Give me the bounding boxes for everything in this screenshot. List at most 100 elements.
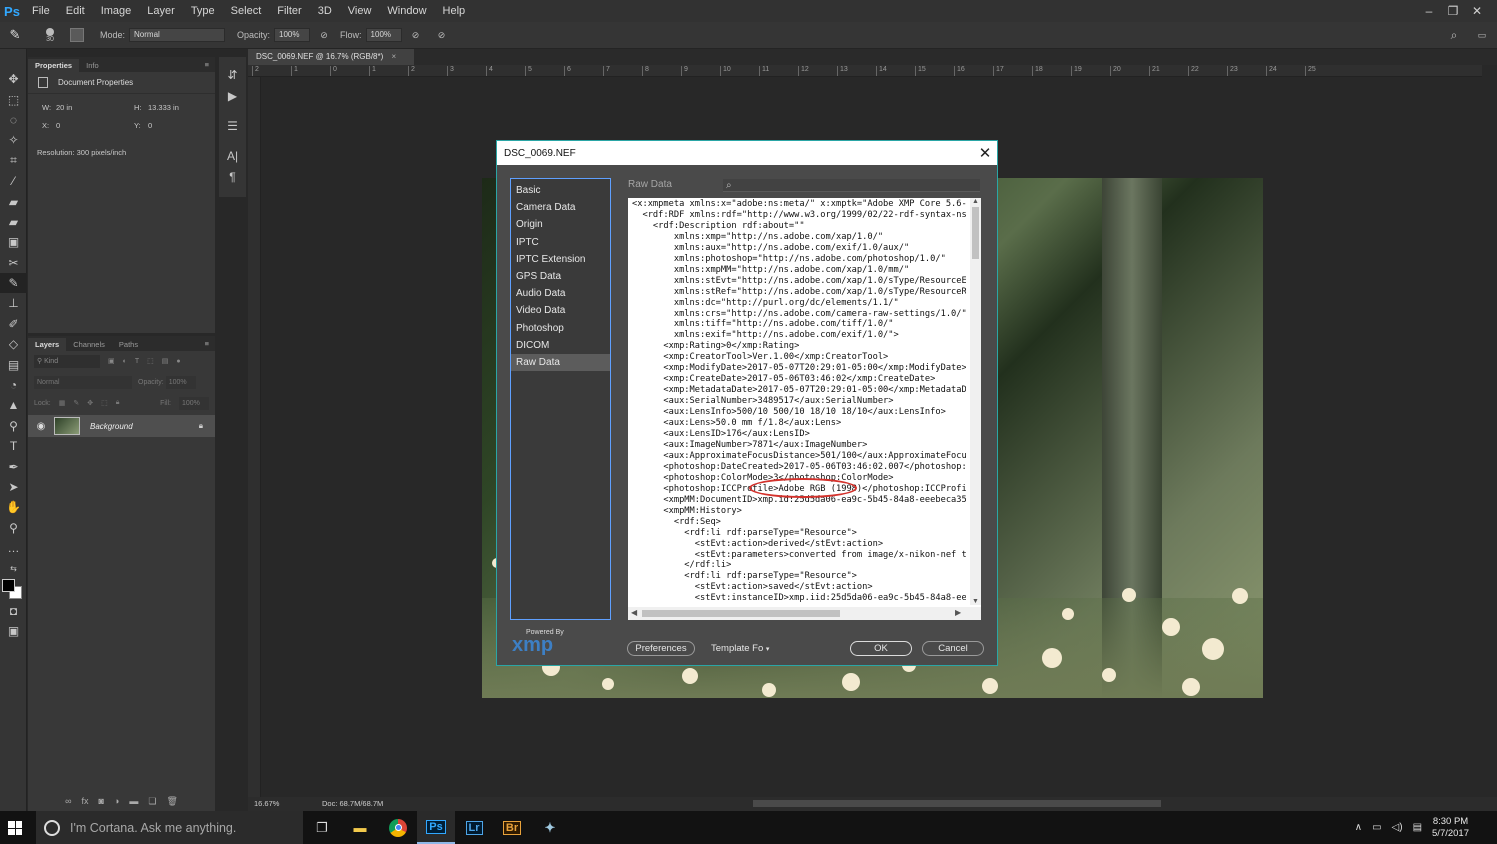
category-dicom[interactable]: DICOM xyxy=(511,337,610,354)
scroll-up-icon[interactable]: ▲ xyxy=(970,198,981,205)
workspace-icon[interactable]: ▭ xyxy=(1467,30,1497,41)
pressure-opacity-icon[interactable]: ⊘ xyxy=(314,30,334,41)
color-swatches[interactable] xyxy=(0,578,26,601)
type-tool-icon[interactable]: T xyxy=(0,436,27,456)
chrome-icon[interactable] xyxy=(379,811,417,844)
brush-tool-icon[interactable]: ✎ xyxy=(0,272,27,294)
panel-menu-icon[interactable]: ≡ xyxy=(199,60,215,72)
category-camera-data[interactable]: Camera Data xyxy=(511,199,610,216)
gradient-tool-icon[interactable]: ▤ xyxy=(0,354,27,374)
quick-mask-icon[interactable]: ◘ xyxy=(0,601,27,621)
category-origin[interactable]: Origin xyxy=(511,216,610,233)
category-gps-data[interactable]: GPS Data xyxy=(511,268,610,285)
menu-type[interactable]: Type xyxy=(183,0,223,22)
dodge-tool-icon[interactable]: ⚲ xyxy=(0,416,27,436)
red-eye-tool-icon[interactable]: ▣ xyxy=(0,232,27,252)
show-hidden-icons-icon[interactable]: ∧ xyxy=(1355,822,1362,833)
brush-panel-icon[interactable] xyxy=(70,28,84,42)
dialog-close-icon[interactable]: ✕ xyxy=(973,144,997,162)
lock-all-icon[interactable]: 🔒︎ xyxy=(116,399,120,407)
menu-file[interactable]: File xyxy=(24,0,58,22)
category-video-data[interactable]: Video Data xyxy=(511,302,610,319)
sharpen-tool-icon[interactable]: ▲ xyxy=(0,395,27,415)
vertical-scrollbar[interactable]: ▲ ▼ xyxy=(970,198,981,605)
menu-filter[interactable]: Filter xyxy=(269,0,309,22)
add-mask-icon[interactable]: ◙ xyxy=(99,796,104,807)
windows-start-icon[interactable] xyxy=(8,821,22,835)
content-aware-move-tool-icon[interactable]: ✂ xyxy=(0,253,27,273)
layer-row[interactable]: ◉ Background 🔒︎ xyxy=(28,415,215,437)
opacity-field[interactable]: 100% xyxy=(274,28,311,42)
tab-layers[interactable]: Layers xyxy=(28,338,67,351)
lock-position-icon[interactable]: ✥ xyxy=(87,399,93,407)
close-tab-icon[interactable]: × xyxy=(392,52,397,61)
layer-opacity-field[interactable]: 100% xyxy=(165,375,196,389)
vertical-scroll-thumb[interactable] xyxy=(972,207,979,259)
tab-info[interactable]: Info xyxy=(79,59,106,72)
menu-image[interactable]: Image xyxy=(93,0,140,22)
more-tools-icon[interactable]: … xyxy=(0,538,27,558)
tab-channels[interactable]: Channels xyxy=(66,338,112,351)
new-adjustment-icon[interactable]: ◑ xyxy=(114,796,119,807)
restore-icon[interactable]: ❐ xyxy=(1441,4,1465,18)
scroll-left-icon[interactable]: ◀ xyxy=(631,608,637,617)
width-value[interactable]: 20 in xyxy=(56,103,72,112)
category-iptc-extension[interactable]: IPTC Extension xyxy=(511,251,610,268)
clock[interactable]: 8:30 PM 5/7/2017 xyxy=(1432,816,1469,840)
lock-transparent-icon[interactable]: ▦ xyxy=(59,399,66,407)
tab-paths[interactable]: Paths xyxy=(112,338,145,351)
new-layer-icon[interactable]: ❏ xyxy=(148,796,156,807)
category-basic[interactable]: Basic xyxy=(511,182,610,199)
zoom-tool-icon[interactable]: ⚲ xyxy=(0,518,27,538)
lasso-tool-icon[interactable]: ◌ xyxy=(0,110,27,130)
foreground-color-swatch[interactable] xyxy=(2,578,15,592)
history-brush-tool-icon[interactable]: ✐ xyxy=(0,314,27,334)
ok-button[interactable]: OK xyxy=(850,641,912,656)
layer-name[interactable]: Background xyxy=(90,422,199,431)
marquee-tool-icon[interactable]: ⬚ xyxy=(0,89,27,109)
scroll-down-icon[interactable]: ▼ xyxy=(970,598,981,605)
filter-type-icon[interactable]: T xyxy=(135,358,139,365)
flow-field[interactable]: 100% xyxy=(365,28,402,42)
close-icon[interactable]: ✕ xyxy=(1465,4,1489,18)
cancel-button[interactable]: Cancel xyxy=(922,641,984,656)
bridge-taskbar-icon[interactable]: Br xyxy=(493,811,531,844)
airbrush-icon[interactable]: ⊘ xyxy=(406,30,426,41)
horizontal-scrollbar[interactable]: ◀ ▶ xyxy=(628,607,981,620)
category-iptc[interactable]: IPTC xyxy=(511,234,610,251)
category-photoshop[interactable]: Photoshop xyxy=(511,320,610,337)
path-select-tool-icon[interactable]: ➤ xyxy=(0,477,27,497)
menu-view[interactable]: View xyxy=(340,0,380,22)
horizontal-scrollbar[interactable] xyxy=(753,800,1161,807)
filter-toggle-icon[interactable]: ● xyxy=(176,358,180,365)
kind-filter[interactable]: ⚲ Kind xyxy=(34,354,100,368)
hand-tool-icon[interactable]: ✋ xyxy=(0,497,27,517)
default-colors-icon[interactable]: ⇆ xyxy=(0,558,27,578)
clone-stamp-tool-icon[interactable]: ⊥ xyxy=(0,293,27,313)
lightroom-taskbar-icon[interactable]: Lr xyxy=(455,811,493,844)
tab-properties[interactable]: Properties xyxy=(28,59,80,72)
file-explorer-icon[interactable]: ▬ xyxy=(341,811,379,844)
paragraph-panel-icon[interactable]: ¶ xyxy=(219,167,246,187)
menu-select[interactable]: Select xyxy=(223,0,270,22)
move-tool-icon[interactable]: ✥ xyxy=(0,69,27,89)
height-value[interactable]: 13.333 in xyxy=(148,103,179,112)
menu-layer[interactable]: Layer xyxy=(139,0,183,22)
volume-icon[interactable]: ◁) xyxy=(1392,822,1403,833)
filter-shape-icon[interactable]: ⬚ xyxy=(147,357,154,365)
preferences-button[interactable]: Preferences xyxy=(627,641,695,656)
cortana-search-box[interactable]: I'm Cortana. Ask me anything. xyxy=(36,811,303,844)
mode-select[interactable]: Normal xyxy=(129,28,226,42)
raw-data-search[interactable]: ⌕ xyxy=(723,179,980,192)
layers-menu-icon[interactable]: ≡ xyxy=(199,339,215,351)
app-taskbar-icon[interactable]: ✦ xyxy=(531,811,569,844)
layer-style-icon[interactable]: fx xyxy=(82,796,89,807)
horizontal-scroll-thumb[interactable] xyxy=(642,610,840,617)
delete-layer-icon[interactable]: 🗑︎ xyxy=(166,796,177,807)
blur-tool-icon[interactable]: ◔ xyxy=(0,375,27,395)
minimize-icon[interactable]: – xyxy=(1417,4,1441,18)
filter-adjustment-icon[interactable]: ◐ xyxy=(123,358,127,365)
filter-pixel-icon[interactable]: ▣ xyxy=(108,357,115,365)
actions-panel-icon[interactable]: ▶ xyxy=(219,85,246,105)
blend-mode-select[interactable]: Normal xyxy=(34,375,132,389)
